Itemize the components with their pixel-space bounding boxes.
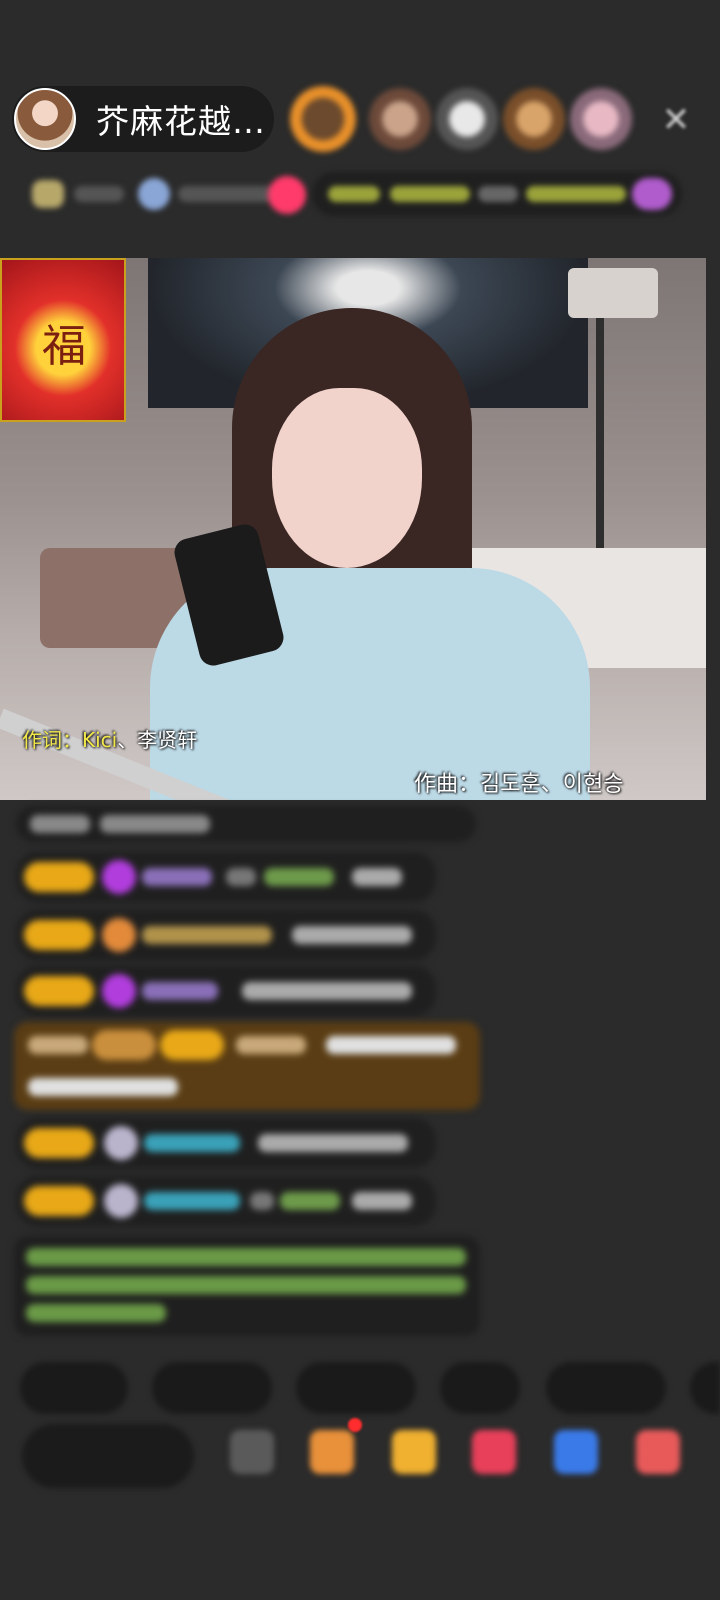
- chat-message[interactable]: [16, 806, 476, 842]
- gift-box-icon[interactable]: [310, 1430, 354, 1474]
- quick-reply-3[interactable]: [296, 1362, 416, 1414]
- emoji-icon[interactable]: [230, 1430, 274, 1474]
- viewer-avatar-3[interactable]: [436, 88, 498, 150]
- viewer-avatar-1[interactable]: [290, 86, 356, 152]
- chat-message[interactable]: [16, 1118, 436, 1168]
- gift-message[interactable]: [14, 1022, 480, 1110]
- poster-glyph: 福: [42, 321, 86, 372]
- heart-icon[interactable]: [472, 1430, 516, 1474]
- close-icon[interactable]: ✕: [656, 100, 696, 140]
- viewer-avatar-4[interactable]: [503, 88, 565, 150]
- fans-badge[interactable]: [138, 172, 308, 216]
- host-avatar[interactable]: [14, 88, 76, 150]
- host-info-pill[interactable]: 芥麻花越…: [12, 86, 274, 152]
- viewer-avatar-5[interactable]: [570, 88, 632, 150]
- chat-message[interactable]: [16, 966, 436, 1016]
- fortune-god-sticker[interactable]: 福: [0, 258, 126, 422]
- lyricist-names: 、李贤轩: [117, 728, 198, 752]
- chat-input-button[interactable]: [22, 1424, 194, 1488]
- host-name: 芥麻花越…: [96, 102, 266, 141]
- streamer-face: [272, 388, 422, 568]
- lyricist-label: 作词：Kici: [22, 728, 118, 752]
- quick-reply-1[interactable]: [20, 1362, 128, 1414]
- system-notice: [14, 1236, 480, 1336]
- activity-banner[interactable]: [312, 172, 682, 216]
- chat-message[interactable]: [16, 910, 436, 960]
- chat-message[interactable]: [16, 852, 436, 902]
- lyricist-credit: 作词：Kici、李贤轩: [22, 724, 197, 753]
- more-apps-icon[interactable]: [636, 1430, 680, 1474]
- quick-reply-5[interactable]: [546, 1362, 666, 1414]
- viewer-avatar-2[interactable]: [369, 88, 431, 150]
- rank-badge[interactable]: [24, 172, 134, 216]
- composer-credit: 作曲：김도훈、이현승: [414, 772, 624, 797]
- gift-icon[interactable]: [392, 1430, 436, 1474]
- lamp: [568, 268, 658, 318]
- game-icon[interactable]: [554, 1430, 598, 1474]
- chat-message[interactable]: [16, 1176, 436, 1226]
- notification-dot: [348, 1418, 362, 1432]
- quick-reply-6[interactable]: [690, 1362, 720, 1414]
- quick-reply-2[interactable]: [152, 1362, 272, 1414]
- quick-reply-4[interactable]: [440, 1362, 520, 1414]
